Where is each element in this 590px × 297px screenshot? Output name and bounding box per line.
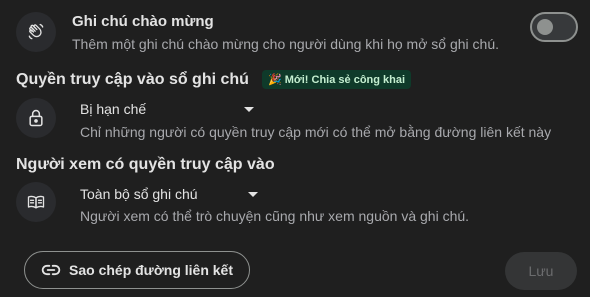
book-icon: [27, 195, 45, 209]
chevron-down-icon: [247, 191, 258, 197]
welcome-note-toggle[interactable]: [530, 12, 578, 42]
welcome-note-description: Thêm một ghi chú chào mừng cho người dùn…: [72, 36, 499, 52]
new-public-sharing-badge: 🎉 Mới! Chia sẻ công khai: [262, 70, 412, 89]
viewer-scope-dropdown[interactable]: Toàn bộ sổ ghi chú: [80, 186, 258, 202]
chevron-down-icon: [244, 106, 255, 112]
access-dropdown[interactable]: Bị hạn chế: [80, 101, 255, 117]
viewer-description: Người xem có thể trò chuyện cũng như xem…: [80, 208, 470, 224]
save-button[interactable]: Lưu: [505, 252, 577, 290]
link-icon: [41, 264, 61, 276]
access-description: Chỉ những người có quyền truy cập mới có…: [80, 124, 552, 140]
viewer-access-heading: Người xem có quyền truy cập vào: [16, 156, 275, 173]
lock-icon-container: [16, 98, 56, 138]
viewer-scope-dropdown-value: Toàn bộ sổ ghi chú: [80, 186, 198, 202]
access-heading: Quyền truy cập vào sổ ghi chú: [16, 71, 249, 88]
access-dropdown-value: Bị hạn chế: [80, 101, 147, 117]
waving-hand-icon-container: [16, 12, 56, 52]
copy-link-label: Sao chép đường liên kết: [69, 262, 234, 278]
lock-icon: [29, 109, 43, 127]
copy-link-button[interactable]: Sao chép đường liên kết: [24, 251, 250, 289]
book-icon-container: [16, 182, 56, 222]
welcome-note-title: Ghi chú chào mừng: [72, 13, 214, 30]
toggle-knob: [537, 19, 553, 35]
waving-hand-icon: [28, 23, 44, 40]
